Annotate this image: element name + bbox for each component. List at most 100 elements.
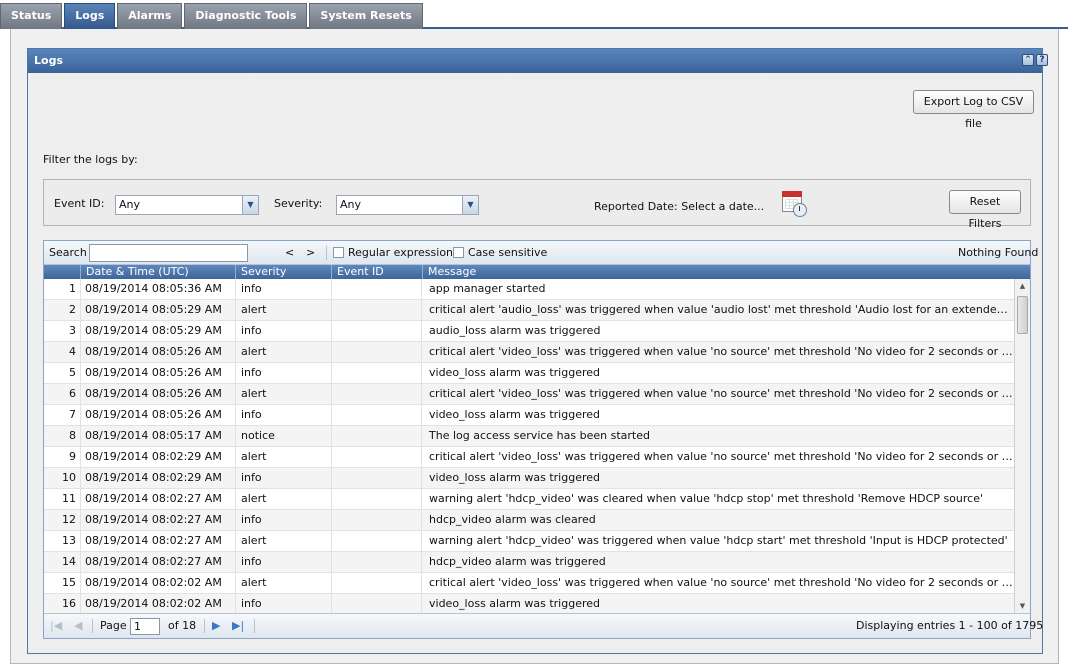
row-number: 2 bbox=[69, 303, 76, 316]
cell-severity: info bbox=[235, 552, 331, 572]
cell-severity: info bbox=[235, 405, 331, 425]
reset-filters-button[interactable]: Reset Filters bbox=[949, 190, 1021, 230]
table-row[interactable]: 10 08/19/2014 08:02:29 AM info video_loss a… bbox=[44, 468, 1014, 489]
scroll-up-icon[interactable]: ▲ bbox=[1015, 279, 1030, 293]
table-row[interactable]: 6 08/19/2014 08:05:26 AM alert critical ale… bbox=[44, 384, 1014, 405]
cell-severity: info bbox=[235, 510, 331, 530]
tab-status[interactable]: Status bbox=[0, 3, 63, 29]
table-row[interactable]: 9 08/19/2014 08:02:29 AM alert critical ale… bbox=[44, 447, 1014, 468]
row-number: 16 bbox=[62, 597, 76, 610]
column-header-event-id[interactable]: Event ID bbox=[331, 265, 422, 279]
search-prev-button[interactable]: < bbox=[285, 246, 294, 259]
table-row[interactable]: 3 08/19/2014 08:05:29 AM info audio_loss al… bbox=[44, 321, 1014, 342]
row-number: 10 bbox=[62, 471, 76, 484]
cell-event-id bbox=[331, 405, 422, 425]
cell-severity: alert bbox=[235, 342, 331, 362]
search-next-button[interactable]: > bbox=[306, 246, 315, 259]
row-number: 1 bbox=[69, 282, 76, 295]
cell-datetime: 08/19/2014 08:05:29 AM bbox=[80, 321, 235, 341]
log-rows: 1 08/19/2014 08:05:36 AM info app manager s… bbox=[44, 279, 1014, 613]
table-row[interactable]: 12 08/19/2014 08:02:27 AM info hdcp_video a… bbox=[44, 510, 1014, 531]
column-header-message[interactable]: Message bbox=[422, 265, 1030, 279]
table-row[interactable]: 14 08/19/2014 08:02:27 AM info hdcp_video a… bbox=[44, 552, 1014, 573]
case-sensitive-checkbox[interactable] bbox=[453, 247, 464, 258]
page-count-label: of 18 bbox=[168, 619, 197, 632]
cell-severity: info bbox=[235, 468, 331, 488]
row-number: 4 bbox=[69, 345, 76, 358]
table-row[interactable]: 13 08/19/2014 08:02:27 AM alert warning ale… bbox=[44, 531, 1014, 552]
row-number: 15 bbox=[62, 576, 76, 589]
regex-label: Regular expression bbox=[348, 246, 454, 259]
cell-severity: info bbox=[235, 279, 331, 299]
prev-page-icon[interactable]: ◀ bbox=[74, 614, 82, 638]
row-number: 3 bbox=[69, 324, 76, 337]
next-page-icon[interactable]: ▶ bbox=[212, 614, 220, 638]
tab-logs[interactable]: Logs bbox=[64, 3, 116, 29]
panel-header: Logs ⌃ ? bbox=[28, 49, 1048, 73]
export-csv-button[interactable]: Export Log to CSV file bbox=[913, 90, 1034, 130]
first-page-icon[interactable]: |◀ bbox=[50, 614, 62, 638]
vertical-scrollbar[interactable]: ▲ ▼ bbox=[1014, 279, 1030, 613]
tab-diagnostic-tools[interactable]: Diagnostic Tools bbox=[184, 3, 308, 29]
cell-datetime: 08/19/2014 08:05:36 AM bbox=[80, 279, 235, 299]
tab-alarms[interactable]: Alarms bbox=[117, 3, 183, 29]
table-row[interactable]: 4 08/19/2014 08:05:26 AM alert critical ale… bbox=[44, 342, 1014, 363]
tab-system-resets[interactable]: System Resets bbox=[309, 3, 423, 29]
cell-message: The log access service has been started bbox=[429, 429, 650, 442]
event-id-select[interactable]: Any ▼ bbox=[115, 195, 259, 215]
table-row[interactable]: 15 08/19/2014 08:02:02 AM alert critical al… bbox=[44, 573, 1014, 594]
cell-datetime: 08/19/2014 08:05:29 AM bbox=[80, 300, 235, 320]
table-row[interactable]: 16 08/19/2014 08:02:02 AM info video_loss a… bbox=[44, 594, 1014, 613]
cell-message: critical alert 'video_loss' was triggere… bbox=[429, 450, 1014, 463]
cell-severity: alert bbox=[235, 384, 331, 404]
cell-datetime: 08/19/2014 08:02:02 AM bbox=[80, 594, 235, 613]
logs-panel: Logs ⌃ ? Export Log to CSV file Filter t… bbox=[27, 48, 1048, 654]
tab-bar: Status Logs Alarms Diagnostic Tools Syst… bbox=[0, 0, 1068, 29]
last-page-icon[interactable]: ▶| bbox=[232, 614, 244, 638]
scroll-thumb[interactable] bbox=[1017, 296, 1028, 334]
cell-severity: notice bbox=[235, 426, 331, 446]
calendar-icon[interactable] bbox=[782, 191, 808, 217]
cell-datetime: 08/19/2014 08:05:26 AM bbox=[80, 384, 235, 404]
chevron-down-icon: ▼ bbox=[242, 196, 258, 214]
table-row[interactable]: 8 08/19/2014 08:05:17 AM notice The log acc… bbox=[44, 426, 1014, 447]
table-row[interactable]: 11 08/19/2014 08:02:27 AM alert warning ale… bbox=[44, 489, 1014, 510]
cell-datetime: 08/19/2014 08:05:26 AM bbox=[80, 363, 235, 383]
cell-datetime: 08/19/2014 08:02:29 AM bbox=[80, 468, 235, 488]
event-id-value: Any bbox=[119, 198, 141, 211]
clock-icon bbox=[793, 203, 807, 217]
cell-datetime: 08/19/2014 08:02:27 AM bbox=[80, 489, 235, 509]
chevron-down-icon: ▼ bbox=[462, 196, 478, 214]
search-input[interactable] bbox=[89, 244, 248, 262]
row-number: 5 bbox=[69, 366, 76, 379]
cell-severity: alert bbox=[235, 573, 331, 593]
collapse-icon[interactable]: ⌃ bbox=[1022, 54, 1034, 66]
search-status: Nothing Found bbox=[958, 246, 1039, 259]
log-grid: Search < > Regular expression Case sensi… bbox=[43, 240, 1043, 639]
event-id-label: Event ID: bbox=[54, 197, 105, 210]
cell-datetime: 08/19/2014 08:02:27 AM bbox=[80, 510, 235, 530]
column-header-row: Date & Time (UTC) Severity Event ID Mess… bbox=[44, 265, 1030, 279]
regex-checkbox[interactable] bbox=[333, 247, 344, 258]
cell-severity: alert bbox=[235, 300, 331, 320]
help-icon[interactable]: ? bbox=[1036, 54, 1048, 66]
search-toolbar: Search < > Regular expression Case sensi… bbox=[44, 241, 1038, 265]
column-header-severity[interactable]: Severity bbox=[235, 265, 331, 279]
cell-event-id bbox=[331, 552, 422, 572]
column-header-datetime[interactable]: Date & Time (UTC) bbox=[80, 265, 235, 279]
cell-message: critical alert 'video_loss' was triggere… bbox=[429, 576, 1014, 589]
cell-message: video_loss alarm was triggered bbox=[429, 597, 600, 610]
scroll-down-icon[interactable]: ▼ bbox=[1015, 599, 1030, 613]
cell-event-id bbox=[331, 426, 422, 446]
severity-select[interactable]: Any ▼ bbox=[336, 195, 479, 215]
table-row[interactable]: 1 08/19/2014 08:05:36 AM info app manager s… bbox=[44, 279, 1014, 300]
table-row[interactable]: 2 08/19/2014 08:05:29 AM alert critical ale… bbox=[44, 300, 1014, 321]
row-number: 7 bbox=[69, 408, 76, 421]
page-number-input[interactable]: 1 bbox=[130, 618, 160, 635]
cell-severity: alert bbox=[235, 531, 331, 551]
table-row[interactable]: 7 08/19/2014 08:05:26 AM info video_loss al… bbox=[44, 405, 1014, 426]
filter-box: Event ID: Any ▼ Severity: Any ▼ Reported… bbox=[43, 179, 1031, 230]
cell-message: hdcp_video alarm was triggered bbox=[429, 555, 606, 568]
cell-event-id bbox=[331, 279, 422, 299]
table-row[interactable]: 5 08/19/2014 08:05:26 AM info video_loss al… bbox=[44, 363, 1014, 384]
